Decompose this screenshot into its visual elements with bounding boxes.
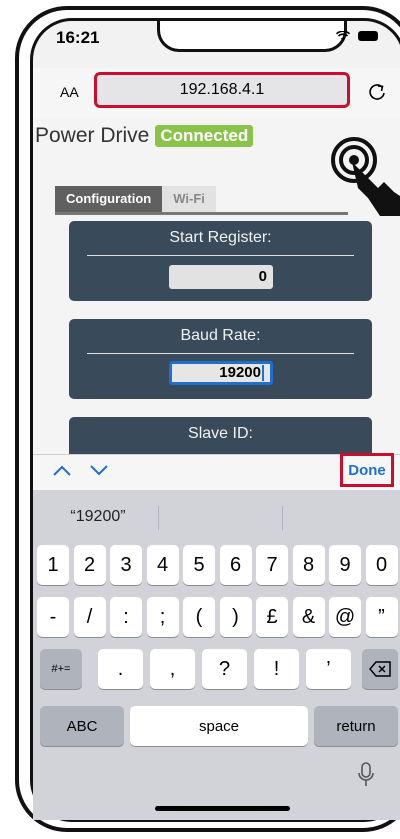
keyboard-key[interactable]: & [292, 597, 325, 637]
keyboard-key[interactable]: 1 [37, 545, 69, 585]
keyboard-key[interactable]: ” [365, 597, 398, 637]
keyboard-key[interactable]: 0 [365, 545, 398, 585]
reload-icon[interactable] [366, 82, 388, 104]
baud-rate-input[interactable]: 19200 [169, 361, 273, 385]
keyboard-key[interactable]: 6 [219, 545, 252, 585]
keyboard-key[interactable]: , [150, 649, 195, 689]
tab-underline [55, 212, 348, 215]
text-size-label: AA [60, 84, 79, 100]
suggestion-divider [282, 506, 283, 530]
start-register-card: Start Register: 0 [69, 221, 372, 301]
divider [87, 255, 354, 256]
backspace-icon [369, 661, 391, 677]
keyboard-key[interactable]: 4 [146, 545, 179, 585]
backspace-key[interactable] [362, 649, 398, 689]
return-key[interactable]: return [314, 706, 398, 746]
done-button[interactable]: Done [340, 453, 394, 487]
url-text: 192.168.4.1 [179, 81, 265, 98]
microphone-icon[interactable] [357, 762, 375, 788]
keyboard-key[interactable]: £ [256, 597, 288, 637]
app-title: Power Drive [35, 124, 150, 147]
keyboard-key[interactable]: ) [219, 597, 252, 637]
keyboard-suggestion[interactable]: “19200” [40, 498, 156, 536]
app-header: Power Drive Connected [35, 124, 254, 148]
text-size-button[interactable]: AA [60, 84, 79, 100]
keyboard-key[interactable]: ’ [306, 649, 351, 689]
keyboard-key[interactable]: @ [329, 597, 361, 637]
start-register-label: Start Register: [169, 229, 272, 246]
keyboard-key[interactable]: / [73, 597, 106, 637]
text-caret [262, 365, 264, 382]
tap-gesture-icon [331, 137, 400, 216]
keyboard-key[interactable]: 3 [110, 545, 142, 585]
wifi-icon [335, 27, 354, 43]
chevron-down-icon[interactable] [89, 462, 109, 478]
keyboard-key[interactable]: 5 [183, 545, 215, 585]
divider [87, 353, 354, 354]
keyboard-key[interactable]: ( [183, 597, 215, 637]
baud-rate-card: Baud Rate: 19200 [69, 319, 372, 399]
slave-id-label: Slave ID: [188, 425, 253, 442]
tab-wifi[interactable]: Wi-Fi [162, 186, 216, 212]
keyboard-key[interactable]: - [37, 597, 69, 637]
start-register-input[interactable]: 0 [169, 265, 273, 289]
keyboard-key[interactable]: ? [202, 649, 247, 689]
baud-rate-label: Baud Rate: [180, 327, 261, 344]
keyboard-key[interactable]: ; [146, 597, 179, 637]
abc-key[interactable]: ABC [40, 706, 124, 746]
space-key[interactable]: space [130, 706, 308, 746]
keyboard-key[interactable]: 9 [329, 545, 361, 585]
keyboard-key[interactable]: . [98, 649, 143, 689]
slave-id-card: Slave ID: [69, 417, 372, 454]
status-icons [335, 27, 378, 43]
keyboard-key[interactable]: : [110, 597, 142, 637]
home-indicator [155, 806, 290, 811]
tab-bar: Configuration Wi-Fi [55, 186, 216, 212]
keyboard-key[interactable]: ! [254, 649, 299, 689]
battery-icon [357, 31, 378, 42]
more-symbols-key[interactable]: #+= [40, 649, 82, 689]
keyboard-key[interactable]: 8 [292, 545, 325, 585]
url-field[interactable]: 192.168.4.1 [94, 72, 350, 108]
tab-configuration[interactable]: Configuration [55, 186, 163, 212]
keyboard-key[interactable]: 2 [73, 545, 106, 585]
baud-rate-value: 19200 [219, 364, 261, 381]
status-time: 16:21 [56, 28, 100, 47]
connection-status-badge: Connected [155, 125, 254, 147]
chevron-up-icon[interactable] [52, 462, 72, 478]
phone-notch [157, 21, 347, 52]
suggestion-divider [158, 506, 159, 530]
keyboard-key[interactable]: 7 [256, 545, 288, 585]
